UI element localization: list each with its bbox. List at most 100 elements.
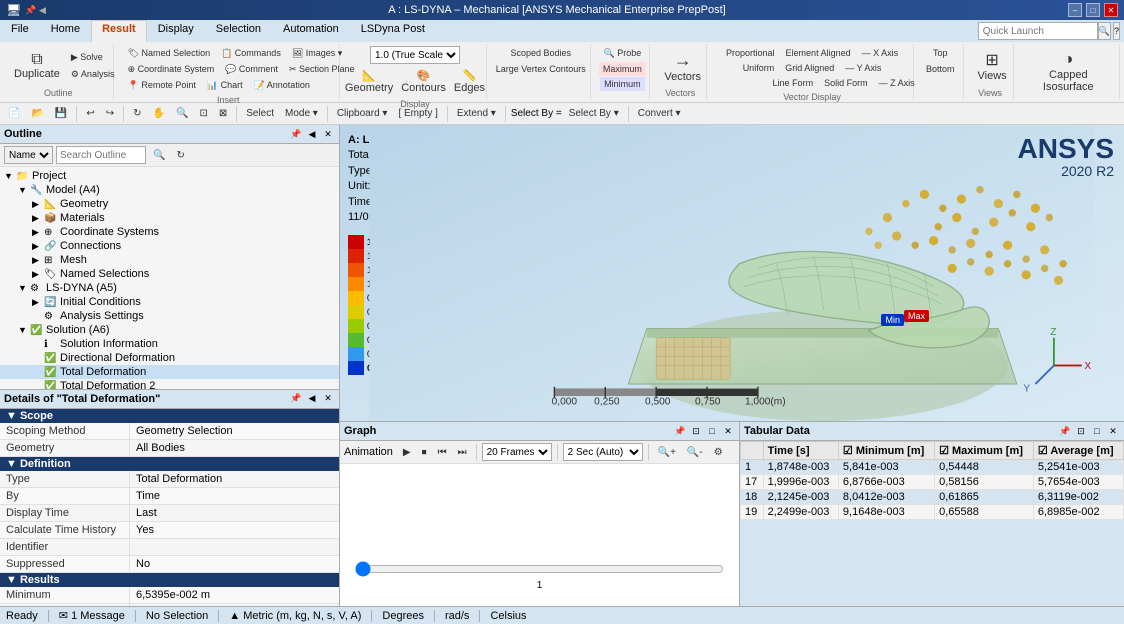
tabular-close-button[interactable]: ✕ — [1106, 424, 1120, 438]
named-selection-button[interactable]: 🏷 Named Selection — [124, 46, 214, 61]
comment-button[interactable]: 💬 Comment — [221, 62, 282, 77]
col-minimum[interactable]: ☑ Minimum [m] — [838, 442, 934, 460]
tree-item-model[interactable]: ▼ 🔧 Model (A4) — [0, 183, 339, 197]
tree-item-total-deform[interactable]: ✅ Total Deformation — [0, 365, 339, 379]
top-button[interactable]: Top — [929, 46, 952, 60]
solve-button[interactable]: ▶ Solve — [67, 50, 119, 65]
probe-button[interactable]: 🔍 Probe — [600, 46, 646, 61]
tab-home[interactable]: Home — [40, 20, 91, 42]
capped-isosurface-button[interactable]: ◑ Capped Isosurface — [1024, 49, 1113, 95]
tree-toggle-initial[interactable]: ▶ — [32, 297, 42, 308]
details-val-geometry[interactable]: All Bodies — [130, 440, 339, 456]
minimum-button[interactable]: Minimum — [600, 77, 645, 91]
extend-button[interactable]: Extend ▾ — [453, 106, 500, 121]
zoom-button[interactable]: 🔍 — [172, 106, 192, 121]
tree-item-analysis-settings[interactable]: ⚙ Analysis Settings — [0, 309, 339, 323]
zoom-box-button[interactable]: ⊠ — [215, 106, 231, 121]
tab-lsdyna-post[interactable]: LSDyna Post — [350, 20, 436, 42]
outline-search-button[interactable]: 🔍 — [149, 148, 169, 163]
z-axis-button[interactable]: — Z Axis — [875, 76, 919, 90]
save-button[interactable]: 💾 — [51, 106, 71, 121]
details-val-scoping[interactable]: Geometry Selection — [130, 423, 339, 439]
maximum-button[interactable]: Maximum — [599, 62, 646, 76]
large-vertex-button[interactable]: Large Vertex Contours — [492, 62, 590, 76]
scoped-bodies-button[interactable]: Scoped Bodies — [507, 46, 576, 60]
table-row[interactable]: 19 2,2499e-003 9,1648e-003 0,65588 6,898… — [741, 505, 1124, 520]
contours-button[interactable]: 🎨Contours — [398, 66, 449, 97]
solid-form-button[interactable]: Solid Form — [820, 76, 872, 90]
outline-restore-button[interactable]: ◀ — [305, 127, 319, 141]
graph-close-button[interactable]: ✕ — [721, 424, 735, 438]
uniform-button[interactable]: Uniform — [739, 61, 779, 75]
tab-display[interactable]: Display — [147, 20, 205, 42]
details-val-by[interactable]: Time — [130, 488, 339, 504]
col-maximum[interactable]: ☑ Maximum [m] — [935, 442, 1034, 460]
coord-system-button[interactable]: ⊕ Coordinate System — [124, 62, 219, 77]
tree-item-initial-cond[interactable]: ▶ 🔄 Initial Conditions — [0, 295, 339, 309]
tree-toggle-materials[interactable]: ▶ — [32, 213, 42, 224]
tree-item-dir-deform[interactable]: ✅ Directional Deformation — [0, 351, 339, 365]
rotate-button[interactable]: ↻ — [129, 106, 145, 121]
section-scope[interactable]: ▼ Scope — [0, 409, 339, 423]
pan-button[interactable]: ✋ — [149, 106, 169, 121]
tree-item-mesh[interactable]: ▶ ⊞ Mesh — [0, 253, 339, 267]
col-time[interactable]: Time [s] — [763, 442, 838, 460]
tree-item-geometry[interactable]: ▶ 📐 Geometry — [0, 197, 339, 211]
details-val-suppressed[interactable]: No — [130, 556, 339, 572]
select-by-button[interactable]: Select By ▾ — [565, 106, 623, 121]
tree-item-sol-info[interactable]: ℹ Solution Information — [0, 337, 339, 351]
tab-result[interactable]: Result — [91, 20, 147, 42]
tab-file[interactable]: File — [0, 20, 40, 42]
quick-launch-input[interactable] — [978, 22, 1098, 40]
geometry-button[interactable]: 📐Geometry — [342, 66, 396, 97]
tab-automation[interactable]: Automation — [272, 20, 350, 42]
analysis-button[interactable]: ⚙ Analysis — [67, 67, 119, 82]
details-val-type[interactable]: Total Deformation — [130, 471, 339, 487]
quick-launch-search-icon[interactable]: 🔍 — [1098, 22, 1111, 40]
tree-item-project[interactable]: ▼ 📁 Project — [0, 169, 339, 183]
empty-button[interactable]: [ Empty ] — [394, 106, 441, 121]
convert-button[interactable]: Convert ▾ — [634, 106, 685, 121]
edges-button[interactable]: 📏Edges — [451, 66, 488, 97]
tree-toggle-lsdyna[interactable]: ▼ — [18, 283, 28, 293]
frames-select[interactable]: 20 Frames — [482, 443, 552, 461]
new-button[interactable]: 📄 — [4, 106, 24, 121]
graph-settings-button[interactable]: ⚙ — [710, 445, 727, 460]
graph-zoom-in-button[interactable]: 🔍+ — [654, 445, 680, 460]
table-row[interactable]: 18 2,1245e-003 8,0412e-003 0,61865 6,311… — [741, 490, 1124, 505]
line-form-button[interactable]: Line Form — [769, 76, 818, 90]
images-button[interactable]: 🖼 Images ▾ — [288, 46, 346, 61]
next-frame-button[interactable]: ⏭ — [454, 445, 471, 460]
element-aligned-button[interactable]: Element Aligned — [782, 46, 855, 60]
y-axis-button[interactable]: — Y Axis — [841, 61, 885, 75]
views-button[interactable]: ⊞ Views — [974, 48, 1011, 84]
mode-button[interactable]: Mode ▾ — [281, 106, 322, 121]
viewport[interactable]: A: LS-DYNA Total Deformation Type: Total… — [340, 125, 1124, 421]
tree-toggle-solution[interactable]: ▼ — [18, 325, 28, 335]
outline-refresh-button[interactable]: ↻ — [172, 148, 188, 163]
tree-item-connections[interactable]: ▶ 🔗 Connections — [0, 239, 339, 253]
prev-frame-button[interactable]: ⏮ — [434, 445, 451, 460]
play-button[interactable]: ▶ — [399, 445, 415, 460]
tree-toggle-project[interactable]: ▼ — [4, 171, 14, 181]
details-pin-button[interactable]: 📌 — [289, 392, 303, 406]
outline-name-select[interactable]: Name — [4, 146, 53, 164]
minimize-button[interactable]: – — [1068, 3, 1082, 17]
close-button[interactable]: ✕ — [1104, 3, 1118, 17]
tabular-float-button[interactable]: ⊡ — [1074, 424, 1088, 438]
tree-item-solution[interactable]: ▼ ✅ Solution (A6) — [0, 323, 339, 337]
section-results[interactable]: ▼ Results — [0, 573, 339, 587]
select-button[interactable]: Select — [242, 106, 278, 121]
duplicate-button[interactable]: ⧉ Duplicate — [10, 50, 64, 82]
undo-button[interactable]: ↩ — [82, 106, 98, 121]
graph-zoom-out-button[interactable]: 🔍- — [683, 445, 707, 460]
vectors-button[interactable]: → Vectors — [660, 48, 705, 85]
graph-float-button[interactable]: ⊡ — [689, 424, 703, 438]
timeline-slider[interactable] — [355, 561, 724, 577]
tree-toggle-coordinate[interactable]: ▶ — [32, 227, 42, 238]
section-definition[interactable]: ▼ Definition — [0, 457, 339, 471]
tabular-pin-button[interactable]: 📌 — [1058, 424, 1072, 438]
tree-toggle-model[interactable]: ▼ — [18, 185, 28, 195]
tree-toggle-geometry[interactable]: ▶ — [32, 199, 42, 210]
details-val-minimum[interactable]: 6,5395e-002 m — [130, 587, 339, 603]
